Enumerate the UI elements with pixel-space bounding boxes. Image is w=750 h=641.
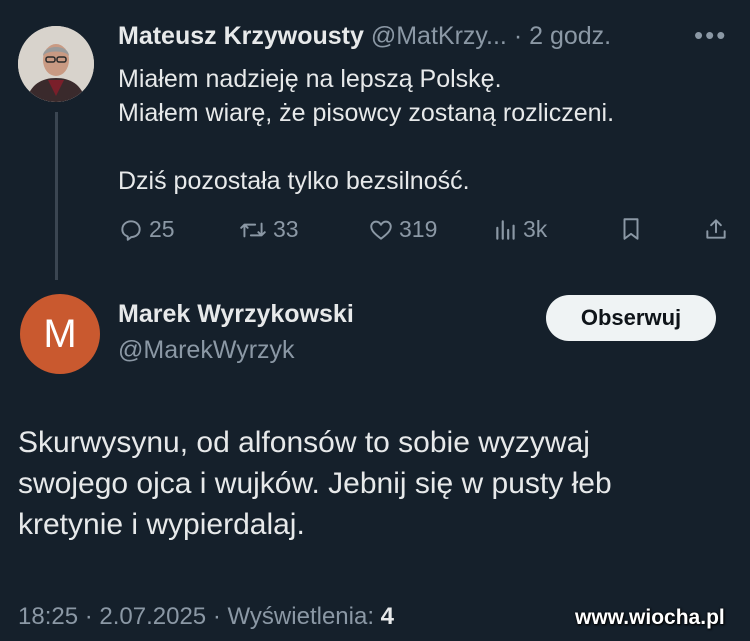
views-icon [496,219,515,240]
retweet-icon [240,222,266,237]
views-count: 3k [523,216,548,242]
tweet-2-timestamp[interactable]: 18:25 · 2.07.2025 · Wyświetlenia: [18,603,381,630]
views-button[interactable]: 3k [494,216,547,243]
author-handle-1[interactable]: @MatKrzy... [371,22,507,50]
tweet-1-line: Miałem wiarę, że pisowcy zostaną rozlicz… [118,99,615,127]
author-name-2[interactable]: Marek Wyrzykowski [118,300,354,329]
tweet-2-line: Skurwysynu, od alfonsów to sobie wyzywaj [18,426,590,459]
tweet-1-line: Dziś pozostała tylko bezsilność. [118,167,470,195]
author-avatar-1[interactable] [18,26,94,102]
site-watermark: www.wiocha.pl [575,606,725,629]
tweet-2-text: Skurwysynu, od alfonsów to sobie wyzywaj… [18,422,612,545]
author-avatar-2[interactable]: M [20,294,100,374]
like-button[interactable]: 319 [368,216,437,243]
like-icon [370,220,392,240]
retweet-count: 33 [273,216,299,242]
tweet-2-line: kretynie i wypierdalaj. [18,508,305,541]
tweet-1-text: Miałem nadzieję na lepszą Polskę. Miałem… [118,62,614,198]
author-handle-2[interactable]: @MarekWyrzyk [118,336,295,365]
share-icon [706,219,726,239]
bookmark-button[interactable] [620,216,642,242]
retweet-button[interactable]: 33 [238,216,299,243]
tweet-2-line: swojego ojca i wujków. Jebnij się w pust… [18,467,612,500]
tweet-1-actions: 25 33 319 3k [118,216,730,246]
like-count: 319 [399,216,438,242]
author-name-1[interactable]: Mateusz Krzywousty [118,22,364,50]
tweet-2-views-count: 4 [380,603,395,630]
tweet-1-header: Mateusz Krzywousty @MatKrzy... · 2 godz. [118,22,611,51]
reply-count: 25 [149,216,175,242]
tweet-1-line: Miałem nadzieję na lepszą Polskę. [118,65,502,93]
tweet-1-time[interactable]: 2 godz. [529,22,611,50]
separator-dot: · [513,22,523,50]
tweet-1[interactable]: Mateusz Krzywousty @MatKrzy... · 2 godz.… [0,0,750,285]
follow-button[interactable]: Obserwuj [546,295,716,341]
reply-button[interactable]: 25 [118,216,175,243]
bookmark-icon [623,218,639,240]
share-button[interactable] [704,216,728,242]
more-options-icon[interactable]: ••• [694,20,727,51]
thread-line [55,112,58,280]
portrait-image [18,26,94,102]
reply-icon [121,219,141,241]
tweet-2-meta: 18:25 · 2.07.2025 · Wyświetlenia: 4 [18,603,394,631]
tweet-1-line [118,130,614,164]
